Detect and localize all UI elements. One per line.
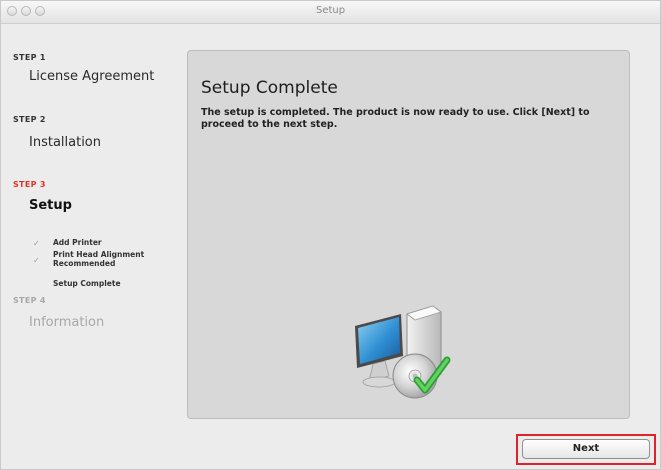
step-2-name: Installation	[29, 135, 102, 150]
substep-print-head-alignment: Print Head Alignment Recommended	[53, 250, 145, 268]
computer-install-complete-icon	[349, 296, 459, 406]
step-4-number: STEP 4	[13, 296, 46, 305]
content-panel: Setup Complete The setup is completed. T…	[187, 50, 630, 419]
check-icon: ✓	[33, 239, 40, 248]
next-button[interactable]: Next	[522, 439, 650, 459]
step-2-number: STEP 2	[13, 115, 46, 124]
step-3-name: Setup	[29, 198, 72, 213]
step-3-number: STEP 3	[13, 180, 46, 189]
panel-description: The setup is completed. The product is n…	[201, 107, 590, 130]
steps-sidebar: STEP 1 License Agreement STEP 2 Installa…	[1, 23, 181, 423]
substep-setup-complete: Setup Complete	[53, 279, 121, 288]
setup-window: Setup STEP 1 License Agreement STEP 2 In…	[0, 0, 661, 470]
window-title: Setup	[315, 5, 346, 16]
step-1-number: STEP 1	[13, 53, 46, 62]
title-bar: Setup	[1, 1, 660, 24]
substep-add-printer: Add Printer	[53, 238, 102, 247]
step-4-name: Information	[29, 315, 105, 330]
check-icon: ✓	[33, 256, 40, 265]
panel-heading: Setup Complete	[201, 78, 338, 98]
step-1-name: License Agreement	[29, 69, 155, 84]
